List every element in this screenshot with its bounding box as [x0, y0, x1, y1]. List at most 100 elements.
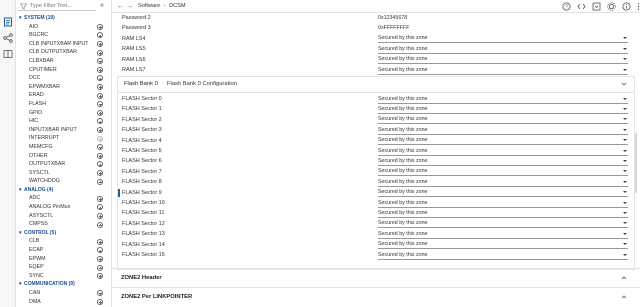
dropdown-arrow-icon[interactable] [623, 139, 627, 142]
category-header[interactable]: ▾ SYSTEM (19) [16, 14, 111, 23]
module-item[interactable]: OUTPUTXBAR [16, 160, 111, 169]
files-icon[interactable] [3, 17, 13, 27]
zone2-linkpointer-section[interactable]: ZONE2 Per LINKPOINTER [112, 287, 640, 306]
security-zone-select[interactable]: Secured by this zone [378, 148, 628, 156]
dropdown-arrow-icon[interactable] [623, 97, 627, 100]
security-zone-select[interactable]: Secured by this zone [378, 189, 628, 198]
help-icon[interactable]: ? [562, 2, 571, 11]
module-item[interactable]: CLB INPUTXBAR INPUT [16, 40, 111, 49]
add-module-icon[interactable] [97, 75, 103, 82]
module-item[interactable]: DMA [16, 298, 111, 307]
add-module-icon[interactable] [97, 298, 103, 305]
dropdown-arrow-icon[interactable] [623, 68, 627, 71]
security-zone-select[interactable]: Secured by this zone [378, 106, 628, 114]
dropdown-arrow-icon[interactable] [623, 211, 627, 214]
module-item[interactable]: ERAD [16, 91, 111, 100]
module-item[interactable]: WATCHDOG [16, 177, 111, 186]
module-item[interactable]: CPUTIMER [16, 66, 111, 75]
dropdown-arrow-icon[interactable] [623, 201, 627, 204]
module-item[interactable]: CMPSS [16, 220, 111, 229]
scrollbar-thumb[interactable] [635, 133, 637, 193]
module-item[interactable]: INTERRUPT [16, 134, 111, 143]
dropdown-arrow-icon[interactable] [623, 159, 627, 162]
dropdown-arrow-icon[interactable] [623, 232, 627, 235]
module-item[interactable]: DCC [16, 74, 111, 83]
filter-input[interactable] [30, 2, 94, 10]
chevron-up-icon[interactable] [621, 294, 627, 300]
chevron-up-icon[interactable] [621, 275, 627, 281]
breadcrumb-root[interactable]: Software [138, 3, 160, 9]
dropdown-arrow-icon[interactable] [623, 180, 627, 183]
add-module-icon[interactable] [97, 255, 103, 262]
add-module-icon[interactable] [97, 152, 103, 159]
add-module-icon[interactable] [97, 144, 103, 151]
chevron-down-icon[interactable] [621, 81, 627, 87]
add-module-icon[interactable] [97, 135, 103, 142]
module-item[interactable]: INPUTXBAR INPUT [16, 126, 111, 135]
module-item[interactable]: SYSCTL [16, 169, 111, 178]
dropdown-arrow-icon[interactable] [623, 37, 627, 40]
module-item[interactable]: ECAP [16, 246, 111, 255]
category-header[interactable]: ▾ CONTROL (5) [16, 229, 111, 238]
security-zone-select[interactable]: Secured by this zone [378, 46, 628, 54]
help-circle-icon[interactable] [622, 2, 631, 11]
security-zone-select[interactable]: Secured by this zone [378, 210, 628, 218]
dropdown-arrow-icon[interactable] [623, 47, 627, 50]
module-item[interactable]: MEMCFG [16, 143, 111, 152]
add-module-icon[interactable] [97, 127, 103, 134]
export-icon[interactable] [592, 2, 601, 11]
dropdown-arrow-icon[interactable] [623, 170, 627, 173]
category-header[interactable]: ▾ ANALOG (4) [16, 186, 111, 195]
add-module-icon[interactable] [97, 195, 103, 202]
password-value[interactable]: 0x12345678 [378, 15, 407, 22]
security-zone-select[interactable]: Secured by this zone [378, 231, 628, 239]
category-header[interactable]: ▾ COMMUNICATION (9) [16, 280, 111, 289]
dropdown-arrow-icon[interactable] [623, 222, 627, 225]
add-module-icon[interactable] [97, 178, 103, 185]
collapse-panel-icon[interactable]: « [100, 2, 108, 10]
security-zone-select[interactable]: Secured by this zone [378, 220, 628, 229]
add-module-icon[interactable] [97, 169, 103, 176]
dropdown-arrow-icon[interactable] [623, 58, 627, 61]
security-zone-select[interactable]: Secured by this zone [378, 241, 628, 250]
dropdown-arrow-icon[interactable] [623, 191, 627, 194]
module-item[interactable]: SYNC [16, 272, 111, 281]
add-module-icon[interactable] [97, 23, 103, 30]
add-module-icon[interactable] [97, 247, 103, 254]
security-zone-select[interactable]: Secured by this zone [378, 96, 628, 104]
dropdown-arrow-icon[interactable] [623, 149, 627, 152]
security-zone-select[interactable]: Secured by this zone [378, 116, 628, 125]
security-zone-select[interactable]: Secured by this zone [378, 67, 628, 75]
module-item[interactable]: OTHER [16, 152, 111, 161]
flash-bank-header[interactable]: Flash Bank 0 Flash Bank 0 Configuration [117, 76, 635, 93]
add-module-icon[interactable] [97, 58, 103, 65]
module-item[interactable]: AIO [16, 23, 111, 32]
module-item[interactable]: ANALOG PinMux [16, 203, 111, 212]
add-module-icon[interactable] [97, 212, 103, 219]
security-zone-select[interactable]: Secured by this zone [378, 137, 628, 146]
security-zone-select[interactable]: Secured by this zone [378, 127, 628, 135]
dropdown-arrow-icon[interactable] [623, 118, 627, 121]
module-item[interactable]: ADC [16, 194, 111, 203]
security-zone-select[interactable]: Secured by this zone [378, 35, 628, 44]
module-item[interactable]: FLASH [16, 100, 111, 109]
security-zone-select[interactable]: Secured by this zone [378, 179, 628, 187]
module-item[interactable]: CLBXBAR [16, 57, 111, 66]
module-item[interactable]: GPIO [16, 109, 111, 118]
code-view-icon[interactable] [577, 2, 586, 11]
add-module-icon[interactable] [97, 118, 103, 125]
security-zone-select[interactable]: Secured by this zone [378, 56, 628, 65]
add-module-icon[interactable] [97, 84, 103, 91]
security-zone-select[interactable]: Secured by this zone [378, 168, 628, 177]
add-module-icon[interactable] [97, 109, 103, 116]
add-module-icon[interactable] [97, 238, 103, 245]
dropdown-arrow-icon[interactable] [623, 128, 627, 131]
module-item[interactable]: CLB [16, 237, 111, 246]
vertical-scrollbar[interactable] [634, 13, 638, 307]
settings-icon[interactable] [607, 2, 616, 11]
dropdown-arrow-icon[interactable] [623, 253, 627, 256]
module-item[interactable]: CLB OUTPUTXBAR [16, 48, 111, 57]
security-zone-select[interactable]: Secured by this zone [378, 200, 628, 208]
add-module-icon[interactable] [97, 92, 103, 99]
add-module-icon[interactable] [97, 32, 103, 39]
